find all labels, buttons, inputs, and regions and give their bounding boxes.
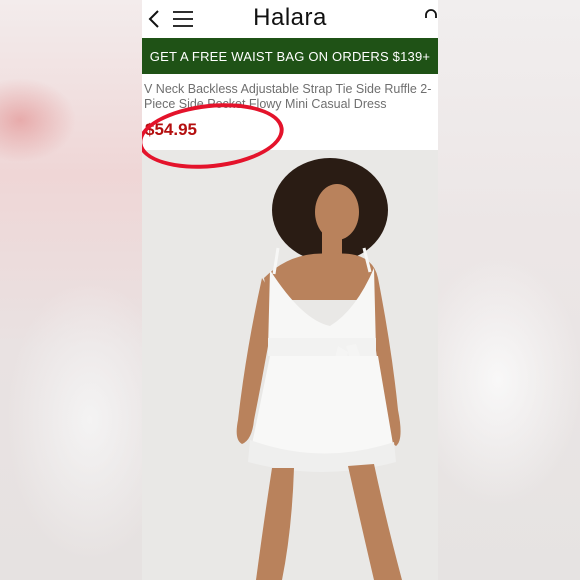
top-nav-bar: Halara	[142, 0, 438, 38]
product-info: V Neck Backless Adjustable Strap Tie Sid…	[142, 74, 438, 150]
product-price: $54.95	[145, 120, 197, 139]
model-in-white-dress-image	[142, 150, 438, 580]
product-photo[interactable]	[142, 150, 438, 580]
product-title: V Neck Backless Adjustable Strap Tie Sid…	[144, 82, 432, 111]
blurred-backdrop-left	[0, 0, 142, 580]
promo-banner[interactable]: GET A FREE WAIST BAG ON ORDERS $139+	[142, 38, 438, 74]
brand-logo[interactable]: Halara	[142, 4, 438, 32]
blurred-backdrop-right	[438, 0, 580, 580]
shopping-bag-icon[interactable]	[420, 8, 438, 30]
phone-screen: Halara GET A FREE WAIST BAG ON ORDERS $1…	[142, 0, 438, 580]
